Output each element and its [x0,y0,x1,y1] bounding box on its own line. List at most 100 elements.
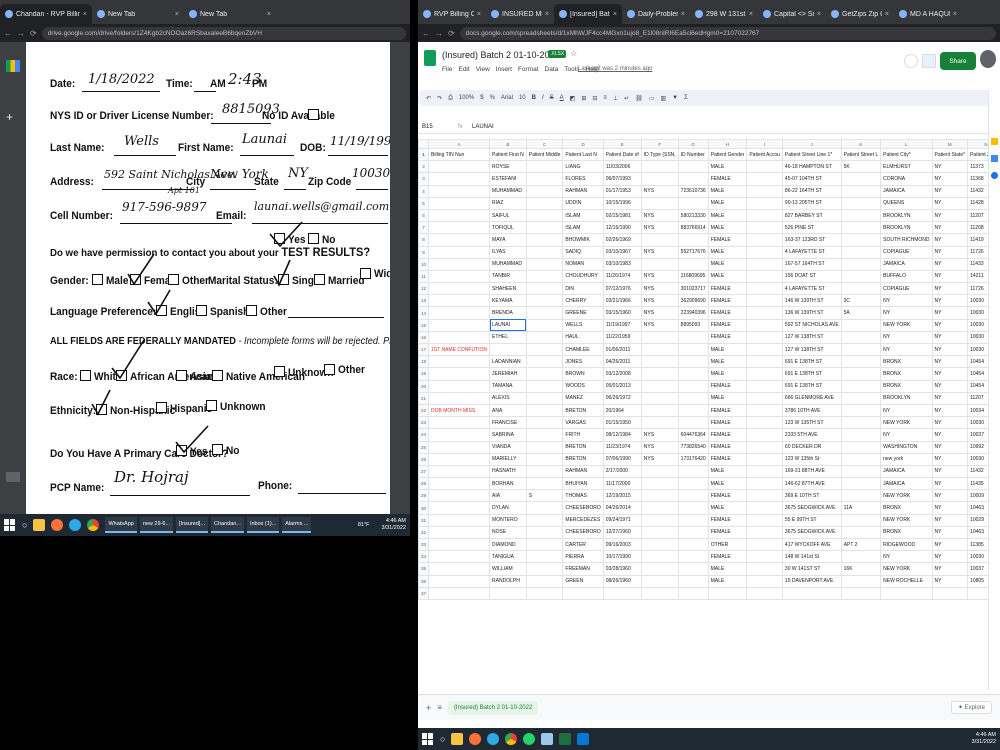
cell[interactable]: MALE [707,342,748,357]
cell[interactable]: 30 W 141ST ST [781,562,842,576]
cell[interactable] [840,257,882,271]
cell[interactable]: QUEENS [880,196,933,210]
cell[interactable]: 08/12/1984 [602,428,642,442]
cell[interactable] [428,562,491,576]
cell[interactable]: 127 W 138TH ST [781,342,842,357]
header-cell[interactable]: ID Number [677,147,709,162]
cell[interactable] [746,245,783,259]
cell[interactable]: 10/15/1996 [602,196,642,210]
header-cell[interactable]: Billing TIN Nun [428,147,491,162]
tab-close-icon[interactable]: × [545,11,549,18]
text-color-icon[interactable]: A [560,95,564,101]
cell[interactable] [428,318,491,332]
cell[interactable]: 136 W 139TH ST [781,306,842,320]
cell[interactable]: FEMALE [707,403,748,418]
cell[interactable]: FRANCISE [489,416,527,430]
cell[interactable]: 362909690 [677,294,709,308]
cell[interactable] [428,245,491,259]
cell[interactable] [640,477,679,491]
tab-close-icon[interactable]: × [477,11,481,18]
cell[interactable] [428,477,491,491]
cell[interactable]: 2333 5TH AVE [781,428,842,442]
cell[interactable]: DIN [562,282,604,296]
cell[interactable] [428,269,491,284]
cell[interactable] [525,306,564,320]
header-cell[interactable]: Patient Street L [840,147,882,162]
cell[interactable] [840,342,882,357]
header-cell[interactable]: Patient State* [931,147,969,162]
cell[interactable] [428,221,491,235]
cell[interactable] [428,367,491,381]
cell[interactable]: DIAMOND [489,537,527,552]
row-number[interactable]: 17 [418,342,430,357]
row-number[interactable]: 33 [418,537,430,552]
cell[interactable]: MANEZ [562,391,604,405]
cell[interactable]: MALE [707,367,748,381]
cell[interactable] [525,233,564,247]
cell[interactable] [428,452,491,466]
mail-icon[interactable] [577,733,590,745]
cell[interactable]: BROOKLYN [880,221,933,235]
permission-no-checkbox[interactable] [308,233,319,244]
cell[interactable]: MALE [707,257,748,271]
cell[interactable]: 10454 [967,379,988,393]
taskbar-app-5[interactable]: Alarms ... [282,517,312,533]
cell[interactable]: 11726 [967,245,988,259]
header-cell[interactable]: Patient Middle [525,147,564,162]
cell[interactable]: LAUNAI [489,318,527,332]
cell[interactable]: RAHMAN [562,464,604,479]
row-number[interactable]: 10 [418,257,430,271]
formula-input[interactable]: LAUNAI [472,124,494,130]
cell[interactable] [677,574,709,588]
cell[interactable]: 09/24/1971 [602,513,642,527]
cell[interactable] [640,257,679,271]
cell[interactable]: 4 LAFAYETTE ST [781,245,842,259]
fill-color-icon[interactable]: ◩ [570,95,576,102]
cell[interactable] [428,416,491,430]
cell[interactable]: 301023717 [677,282,709,296]
tab-close-icon[interactable]: × [613,11,617,18]
cell[interactable]: 3675 SEDGWICK AVE [781,501,842,515]
cell[interactable]: 01/15/1950 [602,416,642,430]
cell[interactable]: 827 BARBEY ST [781,208,842,223]
row-number[interactable]: 21 [418,391,430,405]
explore-button[interactable]: ✦ Explore [950,701,992,714]
cell[interactable]: NY [931,282,969,296]
left-url-bar[interactable]: drive.google.com/drive/folders/1Z4Kgb2cN… [41,26,406,40]
cell[interactable]: 11726 [967,282,988,296]
cell[interactable] [677,477,709,491]
cell[interactable]: 11/22/1959 [602,330,642,345]
cell[interactable]: FEMALE [707,330,748,345]
cell[interactable]: 04/26/2014 [602,501,642,515]
cell[interactable]: NYS [640,294,679,308]
cell[interactable] [525,537,564,552]
cell[interactable] [840,367,882,381]
cell[interactable]: MUHAMMAD [489,184,527,198]
cell[interactable]: FREEMAN [562,562,604,576]
cell[interactable]: BRETON [562,440,604,454]
tab-2[interactable]: New Tab × [184,4,276,24]
row-number[interactable]: 32 [418,525,430,540]
cell[interactable] [840,282,882,296]
cell[interactable]: 11419 [967,233,988,247]
cell[interactable] [746,574,783,588]
cell[interactable]: COPIAGUE [880,245,933,259]
row-number[interactable]: 23 [418,416,430,430]
cell[interactable] [677,342,709,357]
cell[interactable] [640,464,679,479]
cell[interactable] [707,586,748,600]
functions-icon[interactable]: Σ [684,95,688,101]
cell[interactable]: COPIAGUE [880,282,933,296]
cell[interactable]: NY [931,355,969,369]
column-letter[interactable]: D [562,139,604,149]
cell[interactable] [525,196,564,210]
cell[interactable]: MALE [707,160,748,174]
cell[interactable]: 5A [840,306,882,320]
taskbar-app-2[interactable]: [Insured]... [176,517,209,533]
doc-title[interactable]: (Insured) Batch 2 01-10-2022 [442,50,560,60]
cell[interactable]: MALE [707,245,748,259]
cell[interactable] [840,525,882,540]
cell[interactable]: TOFIQUL [489,221,527,235]
cell[interactable] [840,391,882,405]
row-number[interactable]: 18 [418,355,430,369]
